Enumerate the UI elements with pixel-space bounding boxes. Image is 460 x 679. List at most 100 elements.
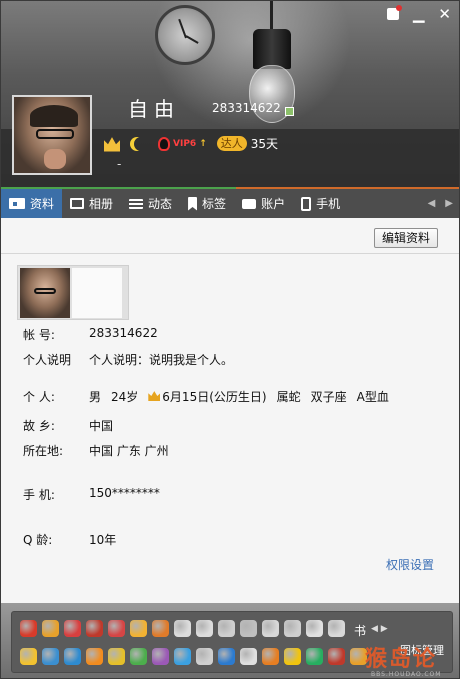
birthday-crown-icon bbox=[148, 391, 161, 401]
account-row: 帐 号: 283314622 bbox=[23, 326, 158, 343]
qq-number: 283314622 bbox=[212, 101, 281, 115]
age: 24岁 bbox=[111, 390, 139, 404]
photo-wall bbox=[17, 265, 129, 320]
bookmark-icon bbox=[188, 196, 198, 211]
service-icon[interactable] bbox=[108, 648, 125, 665]
service-icon[interactable] bbox=[20, 648, 37, 665]
service-icon[interactable] bbox=[86, 648, 103, 665]
service-icon[interactable] bbox=[218, 620, 235, 637]
service-icon[interactable] bbox=[262, 648, 279, 665]
edit-profile-button[interactable]: 编辑资料 bbox=[373, 228, 438, 248]
service-icon[interactable] bbox=[130, 620, 147, 637]
hometown-row: 故 乡: 中国 bbox=[23, 417, 113, 434]
service-icon[interactable] bbox=[240, 648, 257, 665]
signature-placeholder: - bbox=[117, 157, 122, 171]
tab-account[interactable]: 账户 bbox=[234, 189, 293, 218]
skin-icon[interactable] bbox=[386, 5, 402, 20]
service-icon[interactable] bbox=[86, 620, 103, 637]
service-icon[interactable] bbox=[20, 620, 37, 637]
talent-badge[interactable]: 达人 35天 bbox=[216, 135, 278, 152]
qage-label: Q 龄: bbox=[23, 533, 53, 547]
profile-content: 编辑资料 帐 号: 283314622 个人说明 个人说明：说明我是个人。 个 … bbox=[1, 218, 459, 603]
hometown-label: 故 乡: bbox=[23, 419, 55, 433]
service-icon[interactable] bbox=[152, 620, 169, 637]
photo-thumbnail-empty[interactable] bbox=[72, 268, 122, 318]
service-icon[interactable] bbox=[174, 620, 191, 637]
description-row: 个人说明 个人说明：说明我是个人。 bbox=[23, 351, 233, 368]
tab-scroll-left-icon[interactable]: ◀ bbox=[428, 198, 436, 209]
avatar[interactable] bbox=[12, 95, 92, 175]
photo-icon bbox=[70, 198, 85, 209]
tab-label: 资料 bbox=[30, 197, 55, 211]
tab-feed[interactable]: 动态 bbox=[121, 189, 180, 218]
tab-bar: 资料 相册 动态 标签 账户 手机 ◀ ▶ bbox=[1, 187, 459, 224]
tab-profile[interactable]: 资料 bbox=[1, 189, 63, 224]
briefcase-icon bbox=[242, 198, 257, 209]
nickname: 自由 bbox=[128, 97, 180, 121]
service-icon[interactable] bbox=[196, 620, 213, 637]
vip-label: VIP6 bbox=[173, 138, 197, 149]
phone-value: 150******** bbox=[89, 486, 160, 500]
avatar-glasses bbox=[36, 129, 74, 139]
description-value: 个人说明：说明我是个人。 bbox=[89, 353, 234, 367]
close-button[interactable]: ✕ bbox=[438, 5, 451, 23]
moon-icon[interactable] bbox=[134, 137, 148, 151]
level-icons: VIP6 ↑ 达人 35天 bbox=[104, 135, 278, 152]
photo-thumbnail[interactable] bbox=[20, 268, 70, 318]
tab-tags[interactable]: 标签 bbox=[180, 189, 234, 218]
photo-glasses bbox=[34, 288, 56, 294]
location-value: 中国 广东 广州 bbox=[89, 444, 169, 458]
constellation: 双子座 bbox=[310, 390, 347, 404]
phone-icon bbox=[301, 196, 312, 211]
tab-mobile[interactable]: 手机 bbox=[293, 189, 348, 218]
tab-scroll-right-icon[interactable]: ▶ bbox=[445, 198, 453, 209]
avatar-hair bbox=[30, 105, 78, 127]
tab-album[interactable]: 相册 bbox=[62, 189, 121, 218]
icon-scroll-arrows[interactable]: ◀ ▶ bbox=[371, 624, 388, 634]
service-icon[interactable] bbox=[218, 648, 235, 665]
service-icon[interactable] bbox=[284, 648, 301, 665]
tab-label: 动态 bbox=[148, 197, 173, 211]
tab-label: 标签 bbox=[202, 197, 227, 211]
service-icon[interactable] bbox=[108, 620, 125, 637]
service-icon[interactable] bbox=[64, 620, 81, 637]
account-label: 帐 号: bbox=[23, 328, 55, 342]
service-icon[interactable] bbox=[240, 620, 257, 637]
tab-label: 账户 bbox=[261, 197, 286, 211]
minimize-button[interactable]: ▁ bbox=[413, 5, 425, 23]
permission-settings-link[interactable]: 权限设置 bbox=[386, 556, 434, 573]
crown-icon[interactable] bbox=[104, 137, 120, 152]
book-icon[interactable]: 书 bbox=[354, 622, 366, 639]
service-icon[interactable] bbox=[42, 620, 59, 637]
qage-value: 10年 bbox=[89, 533, 117, 547]
vip-badge[interactable]: VIP6 ↑ bbox=[158, 136, 207, 151]
personal-values: 男 24岁 6月15日(公历生日) 属蛇 双子座 A型血 bbox=[89, 388, 389, 405]
service-icon[interactable] bbox=[306, 648, 323, 665]
location-row: 所在地: 中国 广东 广州 bbox=[23, 442, 169, 459]
tab-label: 手机 bbox=[316, 197, 341, 211]
service-icon[interactable] bbox=[262, 620, 279, 637]
personal-label: 个 人: bbox=[23, 390, 55, 404]
tab-label: 相册 bbox=[89, 197, 114, 211]
phone-row: 手 机: 150******** bbox=[23, 486, 160, 503]
service-icon[interactable] bbox=[42, 648, 59, 665]
service-icon[interactable] bbox=[328, 620, 345, 637]
vip-up-arrow-icon: ↑ bbox=[199, 138, 207, 149]
qage-row: Q 龄: 10年 bbox=[23, 531, 116, 548]
description-label: 个人说明 bbox=[23, 353, 72, 367]
service-icon[interactable] bbox=[306, 620, 323, 637]
service-icon[interactable] bbox=[64, 648, 81, 665]
service-icon[interactable] bbox=[284, 620, 301, 637]
personal-row: 个 人: 男 24岁 6月15日(公历生日) 属蛇 双子座 A型血 bbox=[23, 388, 389, 405]
lightbulb-socket bbox=[253, 29, 291, 69]
service-icon[interactable] bbox=[174, 648, 191, 665]
service-icon-bar: 书 ◀ ▶ 图标管理 猴岛论坛 BBS.HOUDAO.COM bbox=[1, 603, 459, 678]
profile-header: ▁ ✕ 自由 283314622 VIP6 ↑ 达人 35天 - bbox=[1, 1, 459, 187]
service-icon[interactable] bbox=[130, 648, 147, 665]
edit-number-icon[interactable] bbox=[285, 107, 294, 116]
birthday: 6月15日(公历生日) bbox=[162, 390, 267, 404]
service-icon[interactable] bbox=[152, 648, 169, 665]
id-card-icon bbox=[9, 198, 25, 209]
service-icon[interactable] bbox=[196, 648, 213, 665]
service-icon[interactable] bbox=[328, 648, 345, 665]
